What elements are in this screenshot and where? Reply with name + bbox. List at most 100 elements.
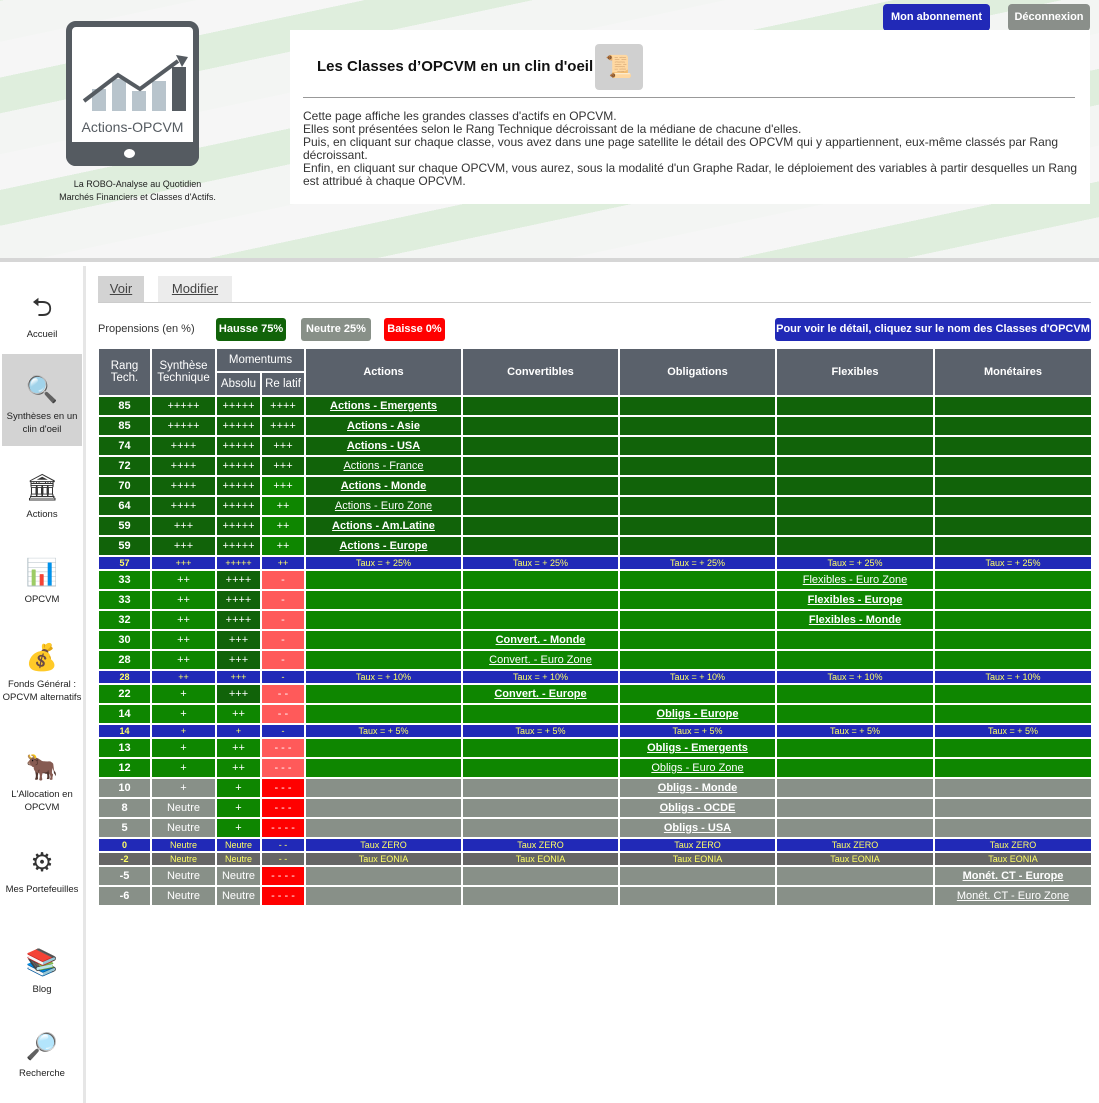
col-synthese: Synthèse Technique [150,347,217,397]
absolu-cell: Neutre [215,885,262,907]
class-link[interactable]: Flexibles - Monde [809,614,901,626]
table-row: 14 + ++ - - Obligs - Europe [97,703,1093,725]
class-link[interactable]: Obligs - Monde [658,782,737,794]
logo[interactable]: Actions-OPCVM [66,21,199,166]
table-row: 64 ++++ +++++ ++ Actions - Euro Zone [97,495,1093,517]
empty-cell [775,865,935,887]
relatif-cell: ++++ [260,395,306,417]
class-link[interactable]: Actions - Asie [347,420,420,432]
absolu-cell: + [215,797,262,819]
empty-cell [618,435,777,457]
sidebar-item-label: Blog [32,984,52,995]
logout-button[interactable]: Déconnexion [1008,4,1090,31]
sidebar-item-1[interactable]: 🔍 Synthèses en un clin d'oeil [2,354,82,446]
empty-cell [933,589,1093,611]
absolu-cell: +++++ [215,475,262,497]
col-flexibles: Flexibles [775,347,935,397]
rate-cell: Taux = + 25% [461,555,620,571]
empty-cell [461,589,620,611]
empty-cell [618,649,777,671]
class-cell: Monét. CT - Europe [933,865,1093,887]
relatif-cell: - - - [260,757,306,779]
sidebar-item-8[interactable]: 🔎 Recherche [2,1029,82,1080]
table-row: 5 Neutre + - - - - Obligs - USA [97,817,1093,839]
empty-cell [304,737,463,759]
subscription-button[interactable]: Mon abonnement [883,4,990,31]
class-link[interactable]: Obligs - Emergents [647,742,748,754]
empty-cell [461,475,620,497]
empty-cell [933,455,1093,477]
empty-cell [775,703,935,725]
tab-voir[interactable]: Voir [98,276,144,302]
empty-cell [775,495,935,517]
rate-cell: Taux ZERO [618,837,777,853]
sidebar-item-label: Actions [26,509,58,520]
table-row: 28 ++ +++ - Convert. - Euro Zone [97,649,1093,671]
sidebar-item-5[interactable]: 🐂 L'Allocation en OPCVM [2,750,82,814]
synthese-cell: ++ [150,609,217,631]
empty-cell [618,683,777,705]
sidebar-item-3[interactable]: 📊 OPCVM [2,555,82,606]
rate-cell: Taux = + 10% [461,669,620,685]
relatif-cell: - - [260,703,306,725]
empty-cell [618,535,777,557]
rank-cell: 85 [97,415,152,437]
chart-logo-icon [82,55,188,111]
class-link[interactable]: Convert. - Monde [496,634,586,646]
relatif-cell: - [260,589,306,611]
class-link[interactable]: Monét. CT - Euro Zone [957,890,1069,902]
class-link[interactable]: Obligs - OCDE [660,802,736,814]
empty-cell [461,885,620,907]
sidebar-item-6[interactable]: ⚙ Mes Portefeuilles [2,845,82,896]
class-link[interactable]: Actions - Am.Latine [332,520,435,532]
synthese-cell: +++ [150,515,217,537]
scroll-icon[interactable]: 📜 [595,44,643,90]
class-link[interactable]: Actions - Euro Zone [335,500,432,512]
tab-modifier[interactable]: Modifier [158,276,232,302]
class-link[interactable]: Convert. - Europe [494,688,586,700]
class-cell: Actions - Emergents [304,395,463,417]
synthese-cell: + [150,703,217,725]
class-link[interactable]: Actions - France [343,460,423,472]
rate-cell: Taux = + 5% [618,723,777,739]
empty-cell [775,737,935,759]
synthese-cell: + [150,737,217,759]
sidebar-item-7[interactable]: 📚 Blog [2,945,82,996]
class-link[interactable]: Obligs - Europe [657,708,739,720]
rate-cell: Taux = + 5% [933,723,1093,739]
rate-separator-row: 57 +++ +++++ ++ Taux = + 25% Taux = + 25% Taux… [97,555,1093,571]
home-back-icon: ⮌ [31,292,53,322]
rate-cell: Taux = + 10% [775,669,935,685]
class-link[interactable]: Actions - Europe [339,540,427,552]
table-row: 32 ++ ++++ - Flexibles - Monde [97,609,1093,631]
empty-cell [933,703,1093,725]
class-link[interactable]: Actions - Emergents [330,400,437,412]
rate-cell: Taux = + 25% [618,555,777,571]
sidebar-item-4[interactable]: 💰 Fonds Général : OPCVM alternatifs [2,640,82,704]
class-link[interactable]: Obligs - USA [664,822,731,834]
propensions-label: Propensions (en %) [98,323,195,335]
empty-cell [618,589,777,611]
rank-cell: 85 [97,395,152,417]
class-link[interactable]: Obligs - Euro Zone [651,762,743,774]
sidebar-item-label: Accueil [26,329,58,340]
empty-cell [461,865,620,887]
class-link[interactable]: Actions - Monde [341,480,427,492]
empty-cell [461,703,620,725]
synthese-cell: Neutre [150,797,217,819]
class-link[interactable]: Monét. CT - Europe [963,870,1064,882]
synthese-cell: +++++ [150,395,217,417]
class-link[interactable]: Flexibles - Euro Zone [803,574,908,586]
empty-cell [933,797,1093,819]
empty-cell [461,569,620,591]
sidebar-item-2[interactable]: 🏛 Actions [2,470,82,521]
class-link[interactable]: Convert. - Euro Zone [489,654,592,666]
class-link[interactable]: Actions - USA [347,440,420,452]
detail-hint-button[interactable]: Pour voir le détail, cliquez sur le nom … [775,318,1091,341]
empty-cell [933,569,1093,591]
sidebar-item-0[interactable]: ⮌ Accueil [2,290,82,341]
class-cell: Actions - France [304,455,463,477]
empty-cell [461,757,620,779]
rank-cell: 10 [97,777,152,799]
class-link[interactable]: Flexibles - Europe [808,594,903,606]
